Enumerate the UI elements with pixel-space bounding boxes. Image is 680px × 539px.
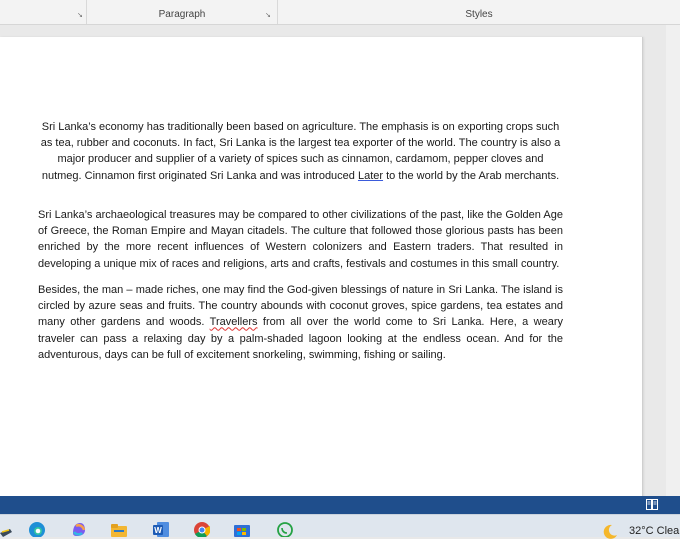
paragraph-1[interactable]: Sri Lanka’s economy has traditionally be… [38,119,563,184]
ribbon-group-label: Paragraph [158,9,206,20]
paragraph-dialog-launcher-icon[interactable]: ↘ [265,12,272,19]
paragraph-3[interactable]: Besides, the man – made riches, one may … [38,282,563,363]
spelling-flagged-word[interactable]: Travellers [210,316,258,328]
edge-icon[interactable] [29,521,45,537]
status-bar [0,496,680,514]
document-page[interactable]: Sri Lanka’s economy has traditionally be… [0,37,643,507]
weather-temperature: 32°C [629,525,654,537]
read-mode-icon[interactable] [646,499,658,510]
ribbon: ↘ Paragraph ↘ Styles [0,0,680,25]
start-icon[interactable] [0,523,16,539]
file-explorer-icon[interactable] [111,521,127,537]
chrome-icon[interactable] [194,521,210,537]
paragraph-2[interactable]: Sri Lanka’s archaeological treasures may… [38,207,563,272]
ribbon-group-paragraph: Paragraph [87,0,277,24]
word-icon[interactable]: W [153,521,169,537]
whatsapp-icon[interactable] [277,521,293,537]
weather-widget[interactable]: 32°C Clea [629,525,679,537]
document-canvas[interactable]: Sri Lanka’s economy has traditionally be… [0,25,680,507]
weather-moon-icon[interactable] [602,523,618,539]
copilot-icon[interactable] [71,521,87,537]
paragraph-1-end: to the world by the Arab merchants. [383,169,560,182]
store-icon[interactable] [234,521,250,537]
vertical-scrollbar[interactable] [666,25,680,496]
grammar-flagged-word[interactable]: Later [358,170,383,182]
ribbon-group-label: Styles [465,9,493,20]
paragraph-2-text: Sri Lanka’s archaeological treasures may… [38,209,563,270]
ribbon-group-styles: Styles [278,0,680,24]
weather-condition: Clea [656,525,680,537]
svg-text:W: W [154,526,162,535]
font-dialog-launcher-icon[interactable]: ↘ [77,12,84,19]
taskbar: W 32°C Clea [0,514,680,539]
